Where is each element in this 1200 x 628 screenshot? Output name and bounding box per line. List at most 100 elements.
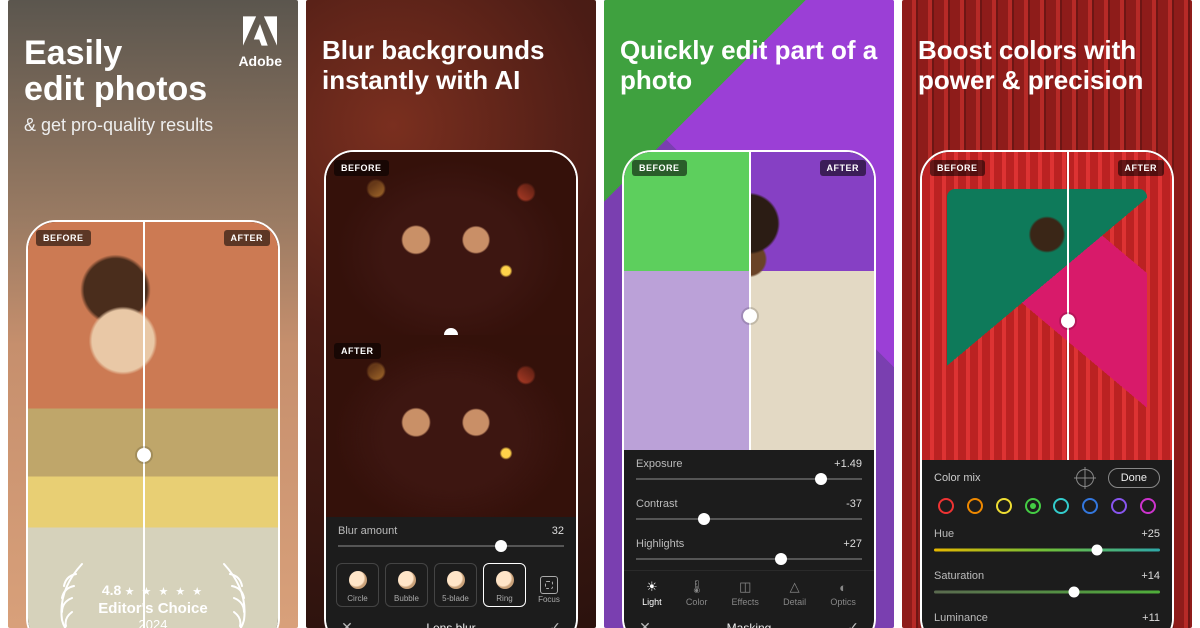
panel3-toolbar: ✕ Masking ✓ — [624, 613, 874, 628]
promo-panel-1: Adobe Easily edit photos & get pro-quali… — [8, 0, 298, 628]
panel2-controls: Blur amount 32 CircleBubble5-bladeRingFo… — [326, 517, 576, 628]
saturation-slider[interactable] — [934, 586, 1160, 598]
after-badge: AFTER — [820, 160, 867, 176]
promo-panel-4: Boost colors with power & precision BEFO… — [902, 0, 1192, 628]
saturation-label: Saturation — [934, 570, 984, 582]
color-icon: 🌡 — [689, 579, 705, 595]
contrast-value: -37 — [846, 498, 862, 510]
panel4-photo-fill — [922, 152, 1172, 460]
detail-icon: △ — [787, 579, 803, 595]
toolbar-title: Masking — [660, 621, 838, 628]
panel3-photo: BEFORE AFTER — [624, 152, 874, 450]
promo-panel-2: Blur backgrounds instantly with AI BEFOR… — [306, 0, 596, 628]
award-year: 2024 — [28, 617, 278, 628]
award-title: Editor's Choice — [28, 600, 278, 617]
swatch-magenta[interactable] — [1140, 498, 1156, 514]
after-badge: AFTER — [334, 343, 381, 359]
panel4-phone: BEFORE AFTER Color mix Done Hue +25 Satura… — [920, 150, 1174, 628]
confirm-button[interactable]: ✓ — [842, 619, 864, 628]
color-mix-label: Color mix — [934, 472, 980, 484]
swatch-aqua[interactable] — [1053, 498, 1069, 514]
cancel-button[interactable]: ✕ — [336, 619, 358, 628]
swatch-blue[interactable] — [1082, 498, 1098, 514]
bokeh-chip-ring[interactable]: Ring — [483, 563, 526, 607]
light-icon: ☀ — [644, 579, 660, 595]
effects-icon: ◫ — [737, 579, 753, 595]
panel2-photo-before-fill — [326, 152, 576, 335]
done-button[interactable]: Done — [1108, 468, 1160, 488]
swatch-purple[interactable] — [1111, 498, 1127, 514]
panel2-headline-text: Blur backgrounds instantly with AI — [322, 35, 544, 95]
toolbar-title: Lens blur — [362, 621, 540, 628]
luminance-label: Luminance — [934, 612, 988, 624]
panel3-phone: BEFORE AFTER Exposure +1.49 Contrast -37 Hig… — [622, 150, 876, 628]
promo-panel-3: Quickly edit part of a photo BEFORE AFTE… — [604, 0, 894, 628]
panel2-photo-after: AFTER — [326, 335, 576, 518]
hue-value: +25 — [1141, 528, 1160, 540]
panel3-headline-text: Quickly edit part of a photo — [620, 35, 877, 95]
before-badge: BEFORE — [632, 160, 687, 176]
tab-effects[interactable]: ◫Effects — [728, 577, 763, 609]
panel1-phone: BEFORE AFTER 4.8 ★ ★ ★ ★ ★ Editor's Choi… — [26, 220, 280, 628]
contrast-slider[interactable] — [636, 512, 862, 526]
focus-button[interactable]: Focus — [532, 563, 566, 607]
bokeh-chip-row: CircleBubble5-bladeRingFocus — [326, 557, 576, 613]
before-badge: BEFORE — [930, 160, 985, 176]
compare-slider[interactable] — [1067, 152, 1069, 460]
cancel-button[interactable]: ✕ — [634, 619, 656, 628]
award-block: 4.8 ★ ★ ★ ★ ★ Editor's Choice 2024 — [28, 582, 278, 628]
panel2-headline: Blur backgrounds instantly with AI — [322, 36, 580, 96]
blur-amount-value: 32 — [552, 525, 564, 537]
blur-amount-slider[interactable] — [338, 539, 564, 553]
highlights-label: Highlights — [636, 538, 684, 550]
swatch-orange[interactable] — [967, 498, 983, 514]
compare-slider[interactable] — [749, 152, 751, 450]
swatch-yellow[interactable] — [996, 498, 1012, 514]
highlights-slider[interactable] — [636, 552, 862, 566]
tab-optics[interactable]: ◐Optics — [826, 577, 860, 609]
panel4-headline: Boost colors with power & precision — [918, 36, 1176, 96]
panel1-subhead: & get pro-quality results — [24, 115, 282, 136]
swatch-red[interactable] — [938, 498, 954, 514]
contrast-label: Contrast — [636, 498, 678, 510]
exposure-value: +1.49 — [834, 458, 862, 470]
panel3-headline: Quickly edit part of a photo — [620, 36, 878, 96]
after-badge: AFTER — [1118, 160, 1165, 176]
luminance-value: +11 — [1142, 612, 1160, 624]
panel4-photo: BEFORE AFTER — [922, 152, 1172, 460]
panel2-photo-after-fill — [326, 335, 576, 518]
swatch-green[interactable] — [1025, 498, 1041, 514]
bokeh-chip-5-blade[interactable]: 5-blade — [434, 563, 477, 607]
panel2-toolbar: ✕ Lens blur ✓ — [326, 613, 576, 628]
panel2-photo-before: BEFORE — [326, 152, 576, 335]
compare-slider[interactable] — [143, 222, 145, 628]
adjust-tabs: ☀Light 🌡Color ◫Effects △Detail ◐Optics — [624, 570, 874, 613]
panel4-controls: Color mix Done Hue +25 Saturation +14 Lumina… — [922, 460, 1172, 628]
hue-slider[interactable] — [934, 544, 1160, 556]
saturation-value: +14 — [1141, 570, 1160, 582]
panel1-headline-text: Easily edit photos — [24, 34, 207, 108]
tab-color[interactable]: 🌡Color — [682, 577, 712, 609]
tab-detail[interactable]: △Detail — [779, 577, 810, 609]
tab-light[interactable]: ☀Light — [638, 577, 666, 609]
bokeh-chip-bubble[interactable]: Bubble — [385, 563, 428, 607]
blur-amount-label: Blur amount — [338, 525, 397, 537]
before-badge: BEFORE — [334, 160, 389, 176]
panel4-headline-text: Boost colors with power & precision — [918, 35, 1143, 95]
panel1-headline: Easily edit photos & get pro-quality res… — [24, 36, 282, 136]
confirm-button[interactable]: ✓ — [544, 619, 566, 628]
panel3-controls: Exposure+1.49Contrast-37Highlights+27☀Li… — [624, 450, 874, 628]
award-rating: 4.8 — [102, 582, 121, 598]
focus-icon — [540, 576, 558, 594]
bokeh-chip-circle[interactable]: Circle — [336, 563, 379, 607]
hue-label: Hue — [934, 528, 954, 540]
panel2-phone: BEFORE AFTER Blur amount 32 CircleBubble… — [324, 150, 578, 628]
exposure-label: Exposure — [636, 458, 682, 470]
after-badge: AFTER — [224, 230, 271, 246]
color-picker-target-icon[interactable] — [1076, 469, 1094, 487]
color-swatch-row — [922, 494, 1172, 520]
award-stars: ★ ★ ★ ★ ★ — [125, 586, 205, 598]
optics-icon: ◐ — [835, 579, 851, 595]
before-badge: BEFORE — [36, 230, 91, 246]
exposure-slider[interactable] — [636, 472, 862, 486]
